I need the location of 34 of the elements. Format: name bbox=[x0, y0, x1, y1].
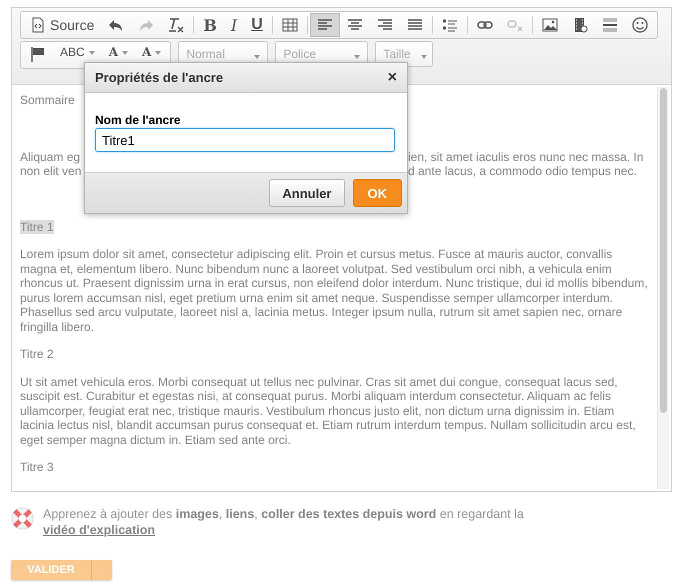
underline-button[interactable]: U bbox=[244, 13, 270, 37]
paragraph-text: non elit ven bbox=[20, 164, 82, 178]
document-icon bbox=[30, 17, 46, 33]
bulleted-list-icon bbox=[442, 17, 458, 33]
paragraph-text: Lorem ipsum dolor sit amet, consectetur adipiscing elit. Proin et cursus metus. Fusce at mauris auctor, convallis magna et, elementum libero. Nunc bibendum nunc a laoreet volutpat. Sed vestibulum orci nibh, a vehicula enim rhoncus ut. Praesent dignissim urna in erat cursus, non eleifend dolor interdum. Nunc tristique, dui id mollis bibendum, purus lorem accumsan nisl, eget pretium urna enim sit amet neque. Suspendisse semper ullamcorper interdum. Phasellus sed arcu vulputate, laoreet nisl a, lacinia metus. Integer ipsum nulla, rutrum sit amet sapien nec, ornare fringilla libero. bbox=[20, 247, 648, 334]
video-link[interactable]: vidéo d'explication bbox=[43, 523, 156, 537]
bold-button[interactable]: B bbox=[196, 13, 224, 37]
align-left-button[interactable] bbox=[310, 13, 340, 37]
paragraph-text: Aliquam eg bbox=[20, 150, 82, 164]
help-text: Apprenez à ajouter des images, liens, coller des textes depuis word en regardant la vidéo d'explication bbox=[43, 506, 525, 538]
cancel-button[interactable]: Annuler bbox=[269, 179, 344, 207]
input-field[interactable]: Titre1 bbox=[95, 128, 395, 152]
flag-icon bbox=[30, 46, 46, 62]
lifebuoy-icon bbox=[10, 506, 35, 531]
heading-text: Sommaire bbox=[20, 93, 76, 108]
scroll-thumb[interactable] bbox=[660, 88, 667, 413]
clear-format-icon bbox=[168, 17, 184, 33]
close-button[interactable]: × bbox=[388, 68, 397, 86]
source-button[interactable]: Source bbox=[23, 13, 102, 37]
paragraph-text: Ut sit amet vehicula eros. Morbi consequat ut tellus nec pulvinar. Cras sit amet dui congue, consequat lacus sed, suscipit est. Curabitur et egestas nisi, at consequat purus. Morbi aliquam interdum consectetur. Aliquam ac felis ullamcorper, feugiat erat nec, tristique mauris. Vestibulum rhoncus justo elit, non dictum urna dignissim in. Etiam lacinia lectus nisl, blandit accumsan purus consequat et. Etiam rutrum interdum tempus. Nullam sollicitudin arcu est, eget semper magna dictum in. Etiam sed ante orci. bbox=[20, 374, 636, 446]
paragraph-text: Titre 3 bbox=[20, 460, 54, 474]
paragraph-text: Titre 2 bbox=[20, 347, 54, 361]
scrollbar[interactable] bbox=[657, 87, 669, 489]
field-label: Nom de l'ancre bbox=[95, 113, 182, 127]
image-icon bbox=[542, 17, 558, 33]
table-icon bbox=[282, 17, 298, 33]
paragraph-text: d ante lacus, a commodo odio tempus nec. bbox=[408, 164, 637, 178]
dialog-title: Propriétés de l'ancre bbox=[95, 70, 224, 85]
smiley-icon bbox=[632, 17, 648, 33]
paragraph-text: ien, sit amet iaculis eros nunc nec massa. In bbox=[408, 150, 644, 164]
lines-icon bbox=[602, 17, 618, 33]
redo-icon bbox=[138, 17, 154, 33]
paragraph-text: Titre 1 bbox=[20, 220, 54, 234]
italic-button[interactable]: I bbox=[224, 13, 244, 37]
